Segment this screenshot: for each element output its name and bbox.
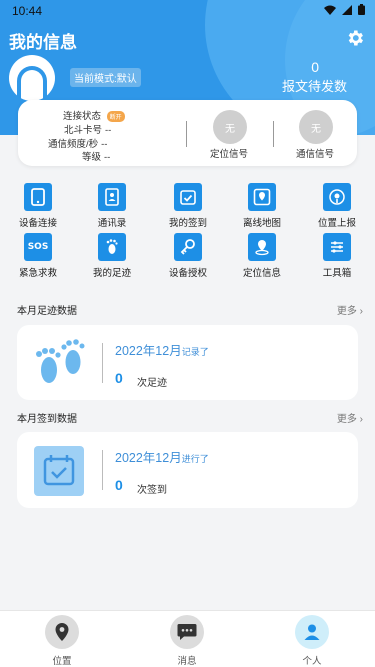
person-icon — [295, 615, 329, 649]
footprint-count: 0 — [115, 370, 123, 386]
checkin-date: 2022年12月进行了 — [115, 447, 209, 466]
grid-label: 我的签到 — [168, 218, 207, 229]
more-label: 更多 — [336, 306, 357, 317]
grid-item-offline-map[interactable]: 离线地图 — [227, 183, 297, 229]
grid-label: 设备连接 — [18, 218, 57, 229]
grid-item-contacts[interactable]: 通讯录 — [77, 183, 147, 229]
page-title: 我的信息 — [9, 33, 77, 52]
status-icons — [324, 4, 365, 15]
location-pin-icon — [45, 615, 79, 649]
grid-item-toolbox[interactable]: 工具箱 — [302, 233, 372, 279]
footprint-more-link[interactable]: 更多 › — [337, 302, 363, 317]
checkin-month: 2022年12月 — [115, 451, 182, 465]
nav-item-profile[interactable]: 个人 — [282, 615, 342, 667]
level-label: 等级 — [82, 152, 102, 163]
beidou-value: -- — [105, 125, 112, 136]
grid-label: 我的足迹 — [92, 268, 131, 279]
grid-label: 设备授权 — [168, 268, 207, 279]
divider — [273, 121, 274, 147]
contacts-icon — [98, 183, 126, 211]
toolbox-icon — [323, 233, 351, 261]
footprint-icon — [98, 233, 126, 261]
comm-signal-label: 通信信号 — [296, 149, 335, 160]
battery-icon — [358, 4, 365, 15]
nav-label: 消息 — [177, 656, 197, 667]
position-signal-indicator: 无 — [213, 110, 247, 144]
grid-label: 紧急求救 — [18, 268, 57, 279]
more-label: 更多 — [336, 414, 357, 425]
gear-icon[interactable] — [345, 28, 365, 48]
footprint-suffix: 记录了 — [181, 347, 209, 357]
location-report-icon — [323, 183, 351, 211]
grid-label: 工具箱 — [322, 268, 352, 279]
avatar-silhouette — [17, 66, 47, 100]
beidou-label: 北斗卡号 — [64, 125, 103, 136]
signal-icon — [342, 4, 352, 15]
grid-label: 定位信息 — [242, 268, 281, 279]
checkin-calendar-icon — [34, 446, 84, 496]
grid-item-positioning[interactable]: 定位信息 — [227, 233, 297, 279]
grid-label: 离线地图 — [242, 218, 281, 229]
pending-count: 0 — [311, 59, 319, 75]
beidou-row: 北斗卡号 -- — [64, 122, 111, 136]
avatar[interactable] — [9, 55, 55, 101]
grid-item-checkin[interactable]: 我的签到 — [153, 183, 223, 229]
level-row: 等级 -- — [82, 149, 110, 163]
message-icon — [170, 615, 204, 649]
footprint-month: 2022年12月 — [115, 344, 182, 358]
checkin-unit: 次签到 — [137, 485, 167, 496]
footprint-icon — [36, 339, 85, 383]
connection-status-badge: 断开 — [106, 110, 125, 122]
footprint-section-title: 本月足迹数据 — [17, 306, 77, 317]
grid-label: 位置上报 — [317, 218, 356, 229]
nav-label: 个人 — [302, 656, 322, 667]
map-icon — [248, 183, 276, 211]
frequency-row: 通信频度/秒 -- — [48, 136, 107, 150]
nav-item-location[interactable]: 位置 — [32, 615, 92, 667]
position-signal-label: 定位信号 — [210, 149, 249, 160]
connection-row: 连接状态 断开 — [63, 108, 125, 122]
pending-label: 报文待发数 — [281, 79, 347, 94]
grid-item-location-report[interactable]: 位置上报 — [302, 183, 372, 229]
mode-badge: 当前模式:默认 — [70, 68, 141, 87]
nav-label: 位置 — [52, 656, 72, 667]
chevron-right-icon: › — [359, 414, 363, 425]
grid-label: 通讯录 — [97, 218, 127, 229]
footprint-card[interactable]: 2022年12月记录了 0 次足迹 — [17, 325, 358, 400]
checkin-count: 0 — [115, 477, 123, 493]
checkin-suffix: 进行了 — [181, 454, 209, 464]
divider — [186, 121, 187, 147]
status-time: 10:44 — [12, 4, 43, 18]
checkin-section-title: 本月签到数据 — [17, 414, 77, 425]
positioning-icon — [248, 233, 276, 261]
footprint-unit: 次足迹 — [137, 378, 167, 389]
device-icon — [24, 183, 52, 211]
checkin-icon — [174, 183, 202, 211]
key-icon — [174, 233, 202, 261]
grid-item-sos[interactable]: SOS 紧急求救 — [3, 233, 73, 279]
chevron-right-icon: › — [359, 306, 363, 317]
bottom-nav: 位置 消息 个人 — [0, 610, 375, 667]
grid-item-device-auth[interactable]: 设备授权 — [153, 233, 223, 279]
checkin-more-link[interactable]: 更多 › — [337, 410, 363, 425]
status-bar: 10:44 — [0, 0, 375, 22]
wifi-icon — [324, 5, 336, 15]
divider — [102, 343, 103, 383]
divider — [102, 450, 103, 490]
nav-item-messages[interactable]: 消息 — [157, 615, 217, 667]
grid-item-device-connect[interactable]: 设备连接 — [3, 183, 73, 229]
sos-icon: SOS — [24, 233, 52, 261]
comm-signal-indicator: 无 — [299, 110, 333, 144]
footprint-date: 2022年12月记录了 — [115, 340, 209, 359]
grid-item-footprint[interactable]: 我的足迹 — [77, 233, 147, 279]
connection-label: 连接状态 — [63, 111, 102, 122]
level-value: -- — [104, 152, 111, 163]
checkin-card[interactable]: 2022年12月进行了 0 次签到 — [17, 432, 358, 508]
